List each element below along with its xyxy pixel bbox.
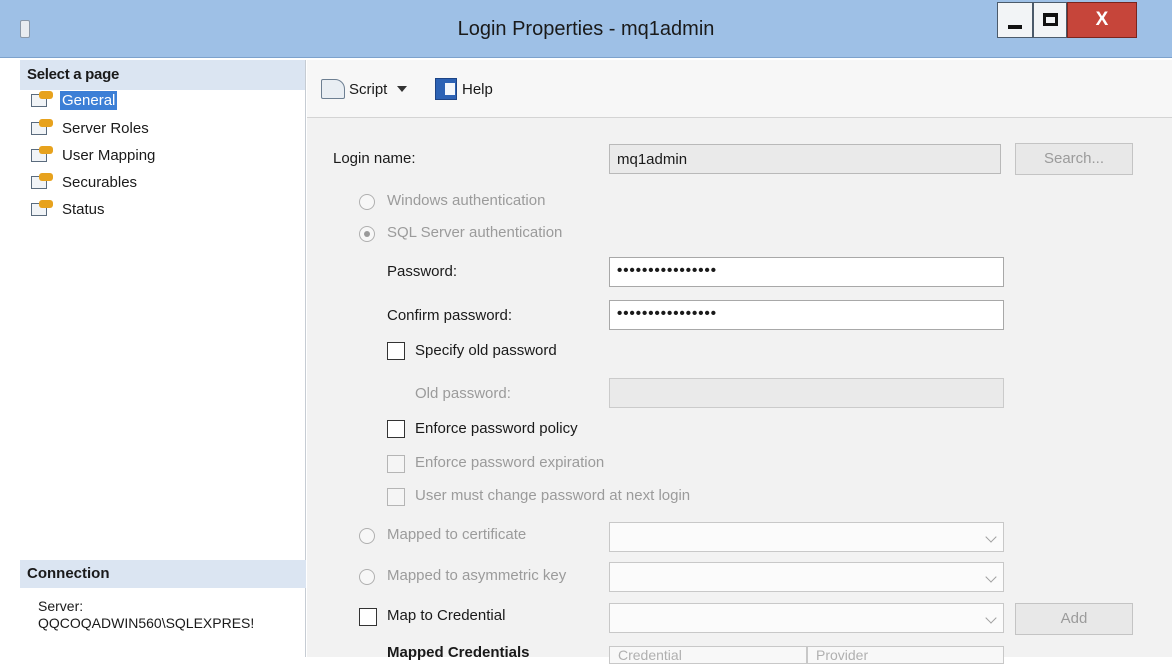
- server-value: QQCOQADWIN560\SQLEXPRES!: [38, 615, 255, 631]
- page-icon: [28, 119, 56, 137]
- script-label: Script: [349, 80, 388, 98]
- sidebar-item-status[interactable]: Status: [28, 198, 107, 220]
- asymmetric-key-dropdown[interactable]: [609, 562, 1004, 592]
- chevron-down-icon: [985, 612, 997, 624]
- windows-auth-radio[interactable]: [359, 194, 375, 210]
- close-button[interactable]: X: [1067, 2, 1137, 38]
- sidebar-item-server-roles[interactable]: Server Roles: [28, 117, 151, 139]
- toolbar: Script Help: [307, 60, 1172, 118]
- script-button[interactable]: Script: [321, 77, 408, 101]
- enforce-expiration-label: Enforce password expiration: [415, 454, 605, 471]
- login-name-label: Login name:: [333, 150, 416, 167]
- sidebar-item-general[interactable]: General: [28, 89, 118, 111]
- sidebar-item-label: Securables: [62, 173, 138, 191]
- sidebar-item-securables[interactable]: Securables: [28, 171, 139, 193]
- chevron-down-icon: [985, 531, 997, 543]
- maximize-button[interactable]: [1033, 2, 1067, 38]
- connection-info: Server: QQCOQADWIN560\SQLEXPRES!: [38, 598, 254, 632]
- search-button[interactable]: Search...: [1015, 143, 1133, 175]
- help-label: Help: [462, 80, 493, 98]
- map-credential-checkbox[interactable]: [359, 608, 377, 626]
- sidebar-item-label: General: [60, 90, 118, 110]
- login-name-field[interactable]: mq1admin: [609, 144, 1001, 174]
- connection-header: Connection: [20, 560, 306, 588]
- close-icon: X: [1095, 9, 1109, 30]
- dropdown-caret-icon[interactable]: [397, 86, 408, 92]
- grid-header-provider[interactable]: Provider: [807, 646, 1004, 664]
- enforce-policy-checkbox[interactable]: [387, 420, 405, 438]
- windows-auth-label: Windows authentication: [387, 192, 546, 209]
- page-selector-pane: Select a page General Server Roles User …: [20, 60, 306, 657]
- page-icon: [28, 91, 56, 109]
- sidebar-item-label: User Mapping: [62, 146, 156, 164]
- page-icon: [28, 200, 56, 218]
- enforce-expiration-checkbox[interactable]: [387, 455, 405, 473]
- maximize-icon: [1043, 13, 1058, 26]
- mapped-asymmetric-key-label: Mapped to asymmetric key: [387, 567, 567, 584]
- mapped-certificate-label: Mapped to certificate: [387, 526, 527, 543]
- sidebar-item-label: Status: [62, 200, 105, 218]
- sql-auth-radio[interactable]: [359, 226, 375, 242]
- confirm-password-label: Confirm password:: [387, 307, 513, 324]
- add-credential-button[interactable]: Add: [1015, 603, 1133, 635]
- old-password-field[interactable]: [609, 378, 1004, 408]
- minimize-icon: [1008, 25, 1022, 29]
- map-credential-label: Map to Credential: [387, 607, 506, 624]
- select-page-header: Select a page: [20, 60, 305, 90]
- certificate-dropdown[interactable]: [609, 522, 1004, 552]
- minimize-button[interactable]: [997, 2, 1033, 38]
- password-field[interactable]: ••••••••••••••••: [609, 257, 1004, 287]
- credential-dropdown[interactable]: [609, 603, 1004, 633]
- must-change-label: User must change password at next login: [415, 487, 691, 504]
- help-icon: [435, 78, 457, 100]
- must-change-checkbox[interactable]: [387, 488, 405, 506]
- mapped-asymmetric-key-radio[interactable]: [359, 569, 375, 585]
- specify-old-password-label: Specify old password: [415, 342, 557, 359]
- grid-header-credential[interactable]: Credential: [609, 646, 807, 664]
- title-bar: Login Properties - mq1admin X: [0, 0, 1172, 58]
- page-icon: [28, 146, 56, 164]
- sidebar-item-label: Server Roles: [62, 119, 149, 137]
- mapped-credentials-label: Mapped Credentials: [387, 644, 530, 661]
- sidebar-item-user-mapping[interactable]: User Mapping: [28, 144, 157, 166]
- enforce-policy-label: Enforce password policy: [415, 420, 578, 437]
- general-page: Script Help Login name: mq1admin Search.…: [307, 60, 1172, 664]
- old-password-label: Old password:: [415, 385, 511, 402]
- server-label: Server:: [38, 598, 84, 614]
- password-label: Password:: [387, 263, 458, 280]
- mapped-certificate-radio[interactable]: [359, 528, 375, 544]
- chevron-down-icon: [985, 571, 997, 583]
- confirm-password-field[interactable]: ••••••••••••••••: [609, 300, 1004, 330]
- page-icon: [28, 173, 56, 191]
- help-button[interactable]: Help: [435, 77, 493, 101]
- sql-auth-label: SQL Server authentication: [387, 224, 563, 241]
- script-icon: [321, 79, 345, 99]
- specify-old-password-checkbox[interactable]: [387, 342, 405, 360]
